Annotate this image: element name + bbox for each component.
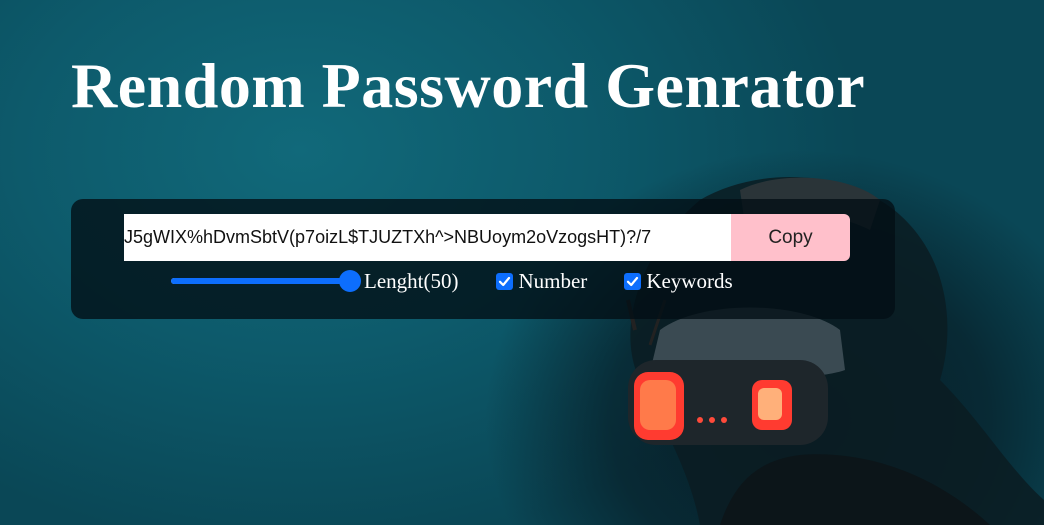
length-slider-thumb[interactable] <box>339 270 361 292</box>
keywords-option[interactable]: Keywords <box>624 268 733 294</box>
checkmark-icon <box>627 276 639 286</box>
length-label: Lenght(50) <box>364 268 459 293</box>
length-slider[interactable] <box>169 269 362 293</box>
generator-panel: Copy Lenght(50) Number Keywords <box>71 199 895 319</box>
password-output[interactable] <box>124 214 731 261</box>
number-checkbox[interactable] <box>496 272 514 290</box>
page-title: Rendom Password Genrator <box>71 50 866 121</box>
keywords-checkbox[interactable] <box>624 272 642 290</box>
password-row: Copy <box>124 214 850 261</box>
keywords-label: Keywords <box>646 268 733 293</box>
checkmark-icon <box>499 276 511 286</box>
length-slider-fill <box>171 278 352 284</box>
number-option[interactable]: Number <box>496 269 587 294</box>
options-row: Lenght(50) Number Keywords <box>169 264 733 298</box>
copy-button[interactable]: Copy <box>731 214 850 261</box>
number-label: Number <box>518 268 588 293</box>
